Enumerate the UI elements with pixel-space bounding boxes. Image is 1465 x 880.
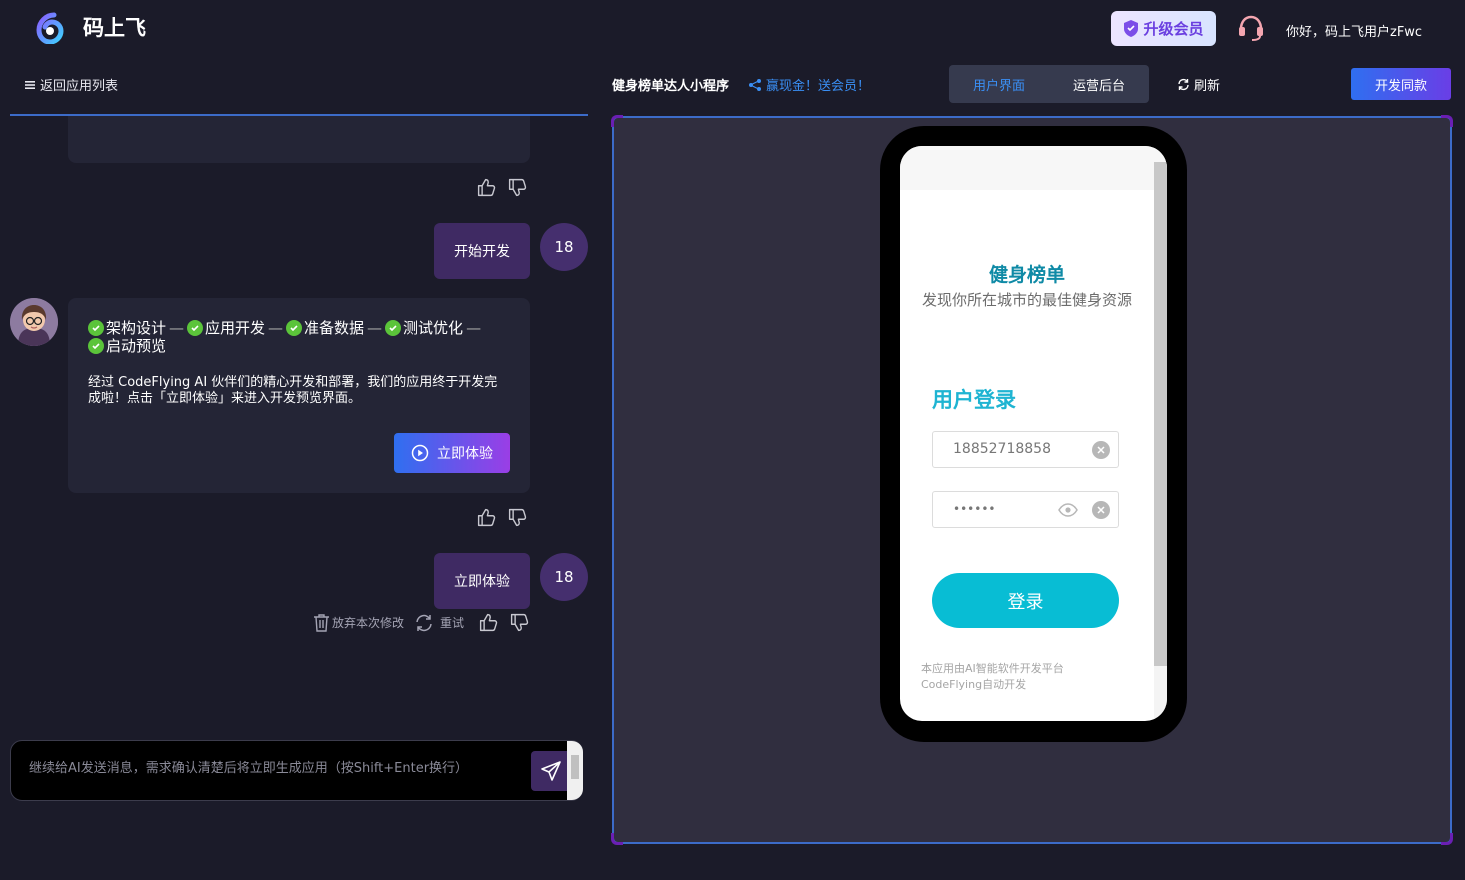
message-actions-row: 放弃本次修改 重试 xyxy=(313,612,530,633)
ai-avatar xyxy=(10,298,58,346)
upgrade-label: 升级会员 xyxy=(1143,20,1204,38)
chat-input-box xyxy=(10,740,583,801)
app-logo-icon[interactable] xyxy=(34,12,66,44)
chat-input[interactable] xyxy=(29,759,519,799)
tab-operations-backend[interactable]: 运营后台 xyxy=(1049,75,1149,94)
view-tabs: 用户界面 运营后台 xyxy=(949,65,1149,103)
phone-number-value: 18852718858 xyxy=(953,441,1051,457)
login-heading: 用户登录 xyxy=(932,388,1016,412)
top-header: 码上飞 升级会员 你好，码上飞用户zFwc xyxy=(0,0,1465,56)
step-item: 架构设计 xyxy=(88,319,166,337)
thumbs-up-icon[interactable] xyxy=(478,612,499,633)
discard-changes-button[interactable]: 放弃本次修改 xyxy=(313,613,404,632)
share-promo-link[interactable]: 赢现金！送会员！ xyxy=(748,75,870,94)
send-button[interactable] xyxy=(531,751,571,791)
tab-user-interface[interactable]: 用户界面 xyxy=(949,75,1049,94)
phone-screen: 健身榜单 发现你所在城市的最佳健身资源 用户登录 18852718858 •••… xyxy=(900,146,1167,721)
check-circle-icon xyxy=(385,320,402,336)
user-message-bubble: 开始开发 xyxy=(434,223,530,279)
back-label: 返回应用列表 xyxy=(40,79,119,94)
discard-label: 放弃本次修改 xyxy=(332,616,405,630)
share-icon xyxy=(749,78,761,91)
mobile-app-subtitle: 发现你所在城市的最佳健身资源 xyxy=(921,291,1132,309)
refresh-icon xyxy=(1178,78,1189,91)
thumbs-up-icon[interactable] xyxy=(476,507,497,528)
user-avatar: 18 xyxy=(540,553,588,601)
play-circle-icon xyxy=(411,444,429,462)
check-circle-icon xyxy=(187,320,204,336)
mobile-app-title: 健身榜单 xyxy=(988,264,1065,286)
thumbs-down-icon[interactable] xyxy=(509,612,530,633)
ai-message-bubble-previous xyxy=(68,116,530,163)
step-item: 应用开发 xyxy=(187,319,265,337)
ai-message-bubble: 架构设计 — 应用开发 — 准备数据 — 测试优化 — 启动预览 经过 Code… xyxy=(68,298,530,493)
app-preview-panel: 健身榜单 发现你所在城市的最佳健身资源 用户登录 18852718858 •••… xyxy=(611,115,1453,845)
password-value: •••••• xyxy=(953,502,996,516)
step-item: 准备数据 xyxy=(286,319,364,337)
check-circle-icon xyxy=(286,320,303,336)
clear-icon[interactable] xyxy=(1092,441,1110,459)
feedback-row-1 xyxy=(476,177,528,198)
eye-icon[interactable] xyxy=(1058,501,1078,519)
progress-steps: 架构设计 — 应用开发 — 准备数据 — 测试优化 — 启动预览 xyxy=(88,319,508,355)
send-icon xyxy=(541,761,561,781)
refresh-label: 刷新 xyxy=(1194,79,1221,94)
step-item: 启动预览 xyxy=(88,337,166,355)
check-circle-icon xyxy=(88,338,104,354)
thumbs-down-icon[interactable] xyxy=(507,177,528,198)
refresh-icon xyxy=(416,614,432,631)
thumbs-up-icon[interactable] xyxy=(476,177,497,198)
input-scrollbar[interactable] xyxy=(567,741,583,800)
user-message-bubble: 立即体验 xyxy=(434,553,530,609)
feedback-row-3 xyxy=(478,612,530,633)
user-avatar: 18 xyxy=(540,223,588,271)
retry-button[interactable]: 重试 xyxy=(414,613,464,633)
mobile-footer-text: 本应用由AI智能软件开发平台CodeFlying自动开发 xyxy=(921,662,1064,691)
refresh-button[interactable]: 刷新 xyxy=(1177,75,1220,94)
check-circle-icon xyxy=(88,320,104,336)
try-now-button[interactable]: 立即体验 xyxy=(394,433,510,473)
ai-avatar-icon xyxy=(10,298,58,346)
back-to-app-list-link[interactable]: 返回应用列表 xyxy=(24,75,118,94)
upgrade-membership-button[interactable]: 升级会员 xyxy=(1111,11,1216,46)
menu-icon xyxy=(25,80,35,89)
phone-number-field[interactable]: 18852718858 xyxy=(932,431,1119,468)
step-item: 测试优化 xyxy=(385,319,463,337)
phone-scrollbar-thumb[interactable] xyxy=(1154,162,1167,666)
phone-scrollbar-track[interactable] xyxy=(1154,666,1167,721)
user-greeting[interactable]: 你好，码上飞用户zFwc xyxy=(1286,21,1422,40)
trash-icon xyxy=(314,614,329,632)
clear-icon[interactable] xyxy=(1092,501,1110,519)
input-scrollbar-thumb[interactable] xyxy=(571,755,579,779)
retry-label: 重试 xyxy=(440,616,465,630)
app-title: 健身榜单达人小程序 xyxy=(612,79,730,94)
password-field[interactable]: •••••• xyxy=(932,491,1119,528)
thumbs-down-icon[interactable] xyxy=(507,507,528,528)
login-button[interactable]: 登录 xyxy=(932,573,1119,628)
customer-service-icon[interactable] xyxy=(1236,13,1266,43)
ai-message-text: 经过 CodeFlying AI 伙伴们的精心开发和部署，我们的应用终于开发完成… xyxy=(88,375,498,406)
phone-frame: 健身榜单 发现你所在城市的最佳健身资源 用户登录 18852718858 •••… xyxy=(880,126,1187,742)
phone-status-bar xyxy=(900,146,1167,190)
shield-icon xyxy=(1124,20,1139,37)
share-label: 赢现金！送会员！ xyxy=(766,79,871,94)
develop-same-button[interactable]: 开发同款 xyxy=(1351,68,1451,100)
try-now-label: 立即体验 xyxy=(437,446,493,462)
feedback-row-2 xyxy=(476,507,528,528)
brand-name: 码上飞 xyxy=(83,16,146,40)
